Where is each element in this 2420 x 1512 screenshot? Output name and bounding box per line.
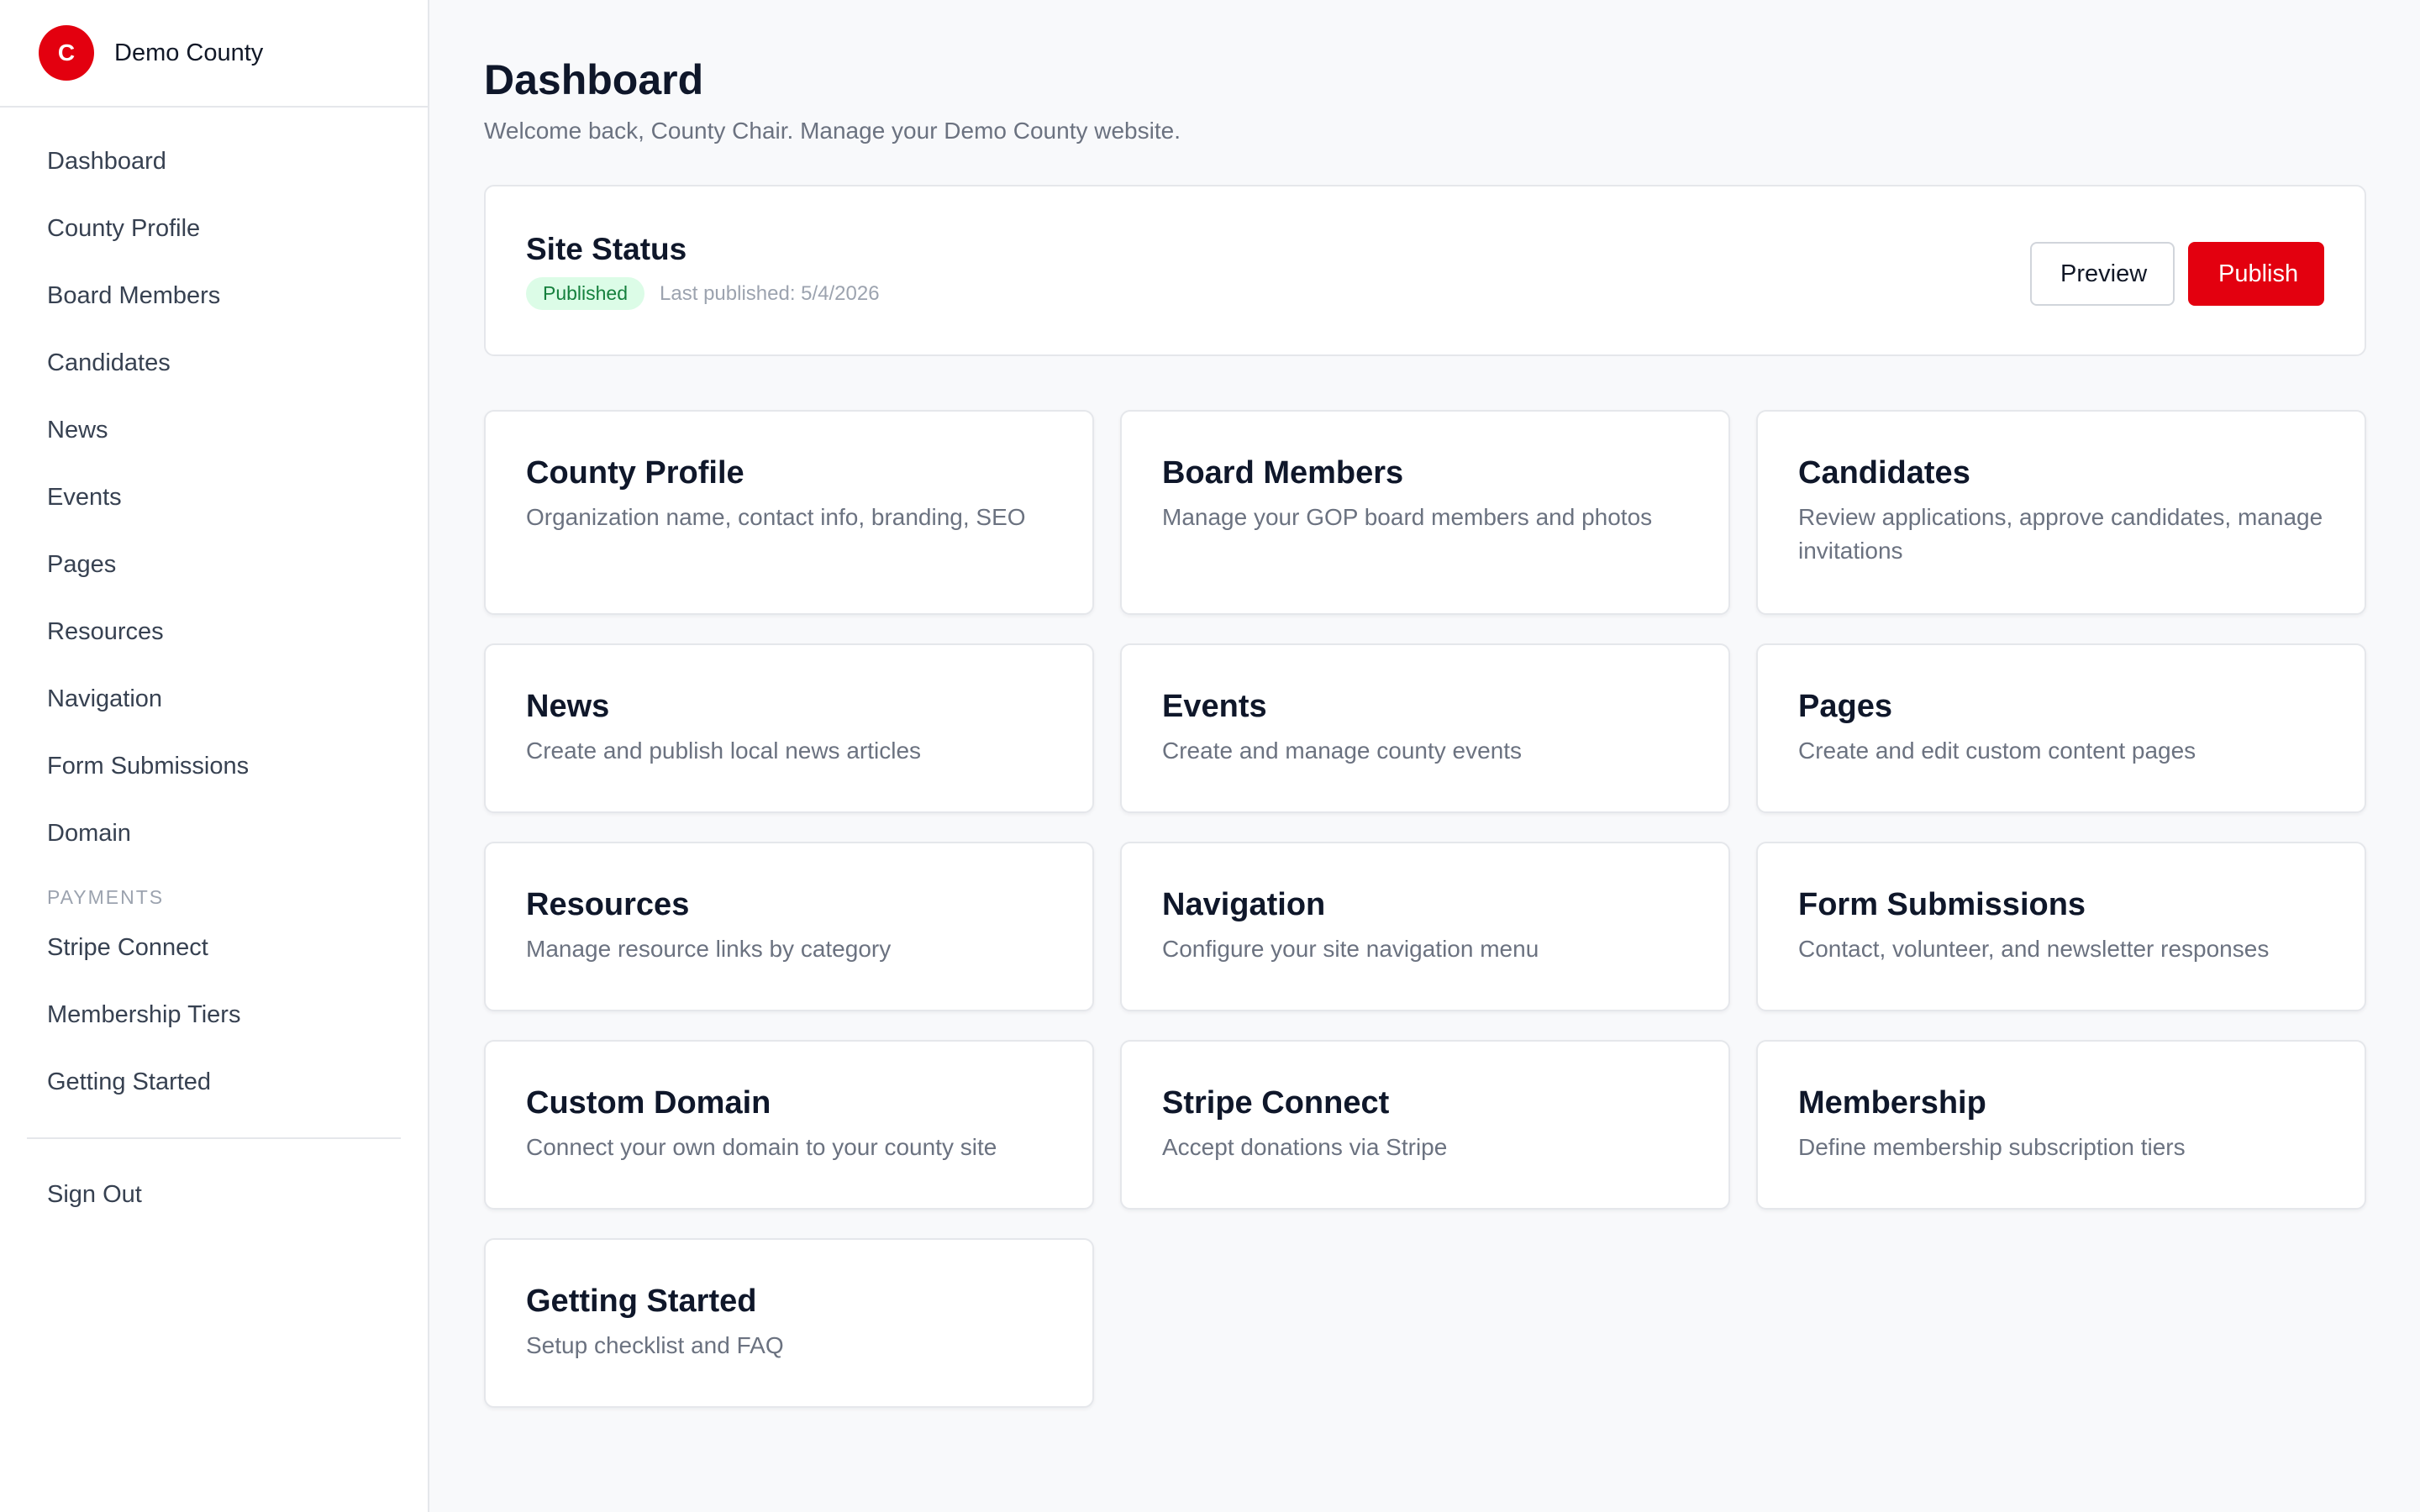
card-navigation[interactable]: Navigation Configure your site navigatio… [1120,842,1730,1011]
card-title: Custom Domain [526,1085,771,1121]
card-title: Getting Started [526,1284,757,1319]
brand-header[interactable]: C Demo County [0,0,428,108]
sidebar-item-stripe-connect[interactable]: Stripe Connect [0,914,428,981]
site-status-row: Published Last published: 5/4/2026 [526,277,880,310]
card-description: Define membership subscription tiers [1798,1134,2186,1160]
brand-logo-icon: C [39,25,94,81]
card-board-members[interactable]: Board Members Manage your GOP board memb… [1120,410,1730,615]
sidebar-item-navigation[interactable]: Navigation [0,665,428,732]
preview-button[interactable]: Preview [2030,242,2175,306]
sidebar-item-news[interactable]: News [0,396,428,464]
card-pages[interactable]: Pages Create and edit custom content pag… [1756,643,2366,813]
publish-button[interactable]: Publish [2188,242,2324,306]
card-description: Contact, volunteer, and newsletter respo… [1798,936,2270,962]
card-getting-started[interactable]: Getting Started Setup checklist and FAQ [484,1238,1094,1408]
sidebar-item-events[interactable]: Events [0,464,428,531]
site-status-title: Site Status [526,232,687,266]
card-description: Create and manage county events [1162,738,1523,764]
sidebar-divider [27,1137,401,1139]
sidebar-item-form-submissions[interactable]: Form Submissions [0,732,428,800]
card-title: Membership [1798,1085,1986,1121]
card-title: Stripe Connect [1162,1085,1390,1121]
card-title: News [526,689,610,724]
sidebar-item-resources[interactable]: Resources [0,598,428,665]
card-description: Review applications, approve candidates,… [1798,504,2323,564]
card-description: Configure your site navigation menu [1162,936,1539,962]
card-title: Pages [1798,689,1892,724]
main-content: Dashboard Welcome back, County Chair. Ma… [429,0,2420,1512]
sidebar-item-candidates[interactable]: Candidates [0,329,428,396]
brand-name: Demo County [114,39,264,66]
card-county-profile[interactable]: County Profile Organization name, contac… [484,410,1094,615]
card-description: Manage your GOP board members and photos [1162,504,1653,530]
card-description: Manage resource links by category [526,936,892,962]
sidebar-item-domain[interactable]: Domain [0,800,428,867]
site-status-actions: Preview Publish [2030,230,2324,354]
page-subtitle: Welcome back, County Chair. Manage your … [484,118,1181,144]
card-membership[interactable]: Membership Define membership subscriptio… [1756,1040,2366,1210]
card-description: Accept donations via Stripe [1162,1134,1448,1160]
site-status-info: Site Status Published Last published: 5/… [526,230,880,354]
sidebar-item-getting-started[interactable]: Getting Started [0,1048,428,1116]
sidebar-item-county-profile[interactable]: County Profile [0,195,428,262]
card-title: Events [1162,689,1267,724]
card-title: Form Submissions [1798,887,2086,922]
card-description: Organization name, contact info, brandin… [526,504,1026,530]
sidebar-item-board-members[interactable]: Board Members [0,262,428,329]
sidebar-nav: Dashboard County Profile Board Members C… [0,108,428,1228]
app-root: C Demo County Dashboard County Profile B… [0,0,2420,1512]
sidebar-item-sign-out[interactable]: Sign Out [0,1161,428,1228]
card-title: Navigation [1162,887,1326,922]
card-description: Create and edit custom content pages [1798,738,2196,764]
card-events[interactable]: Events Create and manage county events [1120,643,1730,813]
card-description: Connect your own domain to your county s… [526,1134,997,1160]
card-stripe-connect[interactable]: Stripe Connect Accept donations via Stri… [1120,1040,1730,1210]
sidebar-item-pages[interactable]: Pages [0,531,428,598]
card-title: Resources [526,887,690,922]
card-candidates[interactable]: Candidates Review applications, approve … [1756,410,2366,615]
card-title: County Profile [526,455,744,491]
sidebar-item-membership-tiers[interactable]: Membership Tiers [0,981,428,1048]
sidebar-section-payments: PAYMENTS [47,886,165,908]
card-description: Setup checklist and FAQ [526,1332,784,1358]
sidebar-item-dashboard[interactable]: Dashboard [0,128,428,195]
status-badge: Published [526,277,645,310]
sidebar: C Demo County Dashboard County Profile B… [0,0,429,1512]
card-description: Create and publish local news articles [526,738,922,764]
card-resources[interactable]: Resources Manage resource links by categ… [484,842,1094,1011]
card-title: Board Members [1162,455,1404,491]
page-title: Dashboard [484,56,704,103]
last-published-text: Last published: 5/4/2026 [660,281,880,305]
card-title: Candidates [1798,455,1970,491]
card-custom-domain[interactable]: Custom Domain Connect your own domain to… [484,1040,1094,1210]
site-status-card: Site Status Published Last published: 5/… [484,185,2366,356]
card-form-submissions[interactable]: Form Submissions Contact, volunteer, and… [1756,842,2366,1011]
card-news[interactable]: News Create and publish local news artic… [484,643,1094,813]
dashboard-card-grid: County Profile Organization name, contac… [484,410,2366,1408]
